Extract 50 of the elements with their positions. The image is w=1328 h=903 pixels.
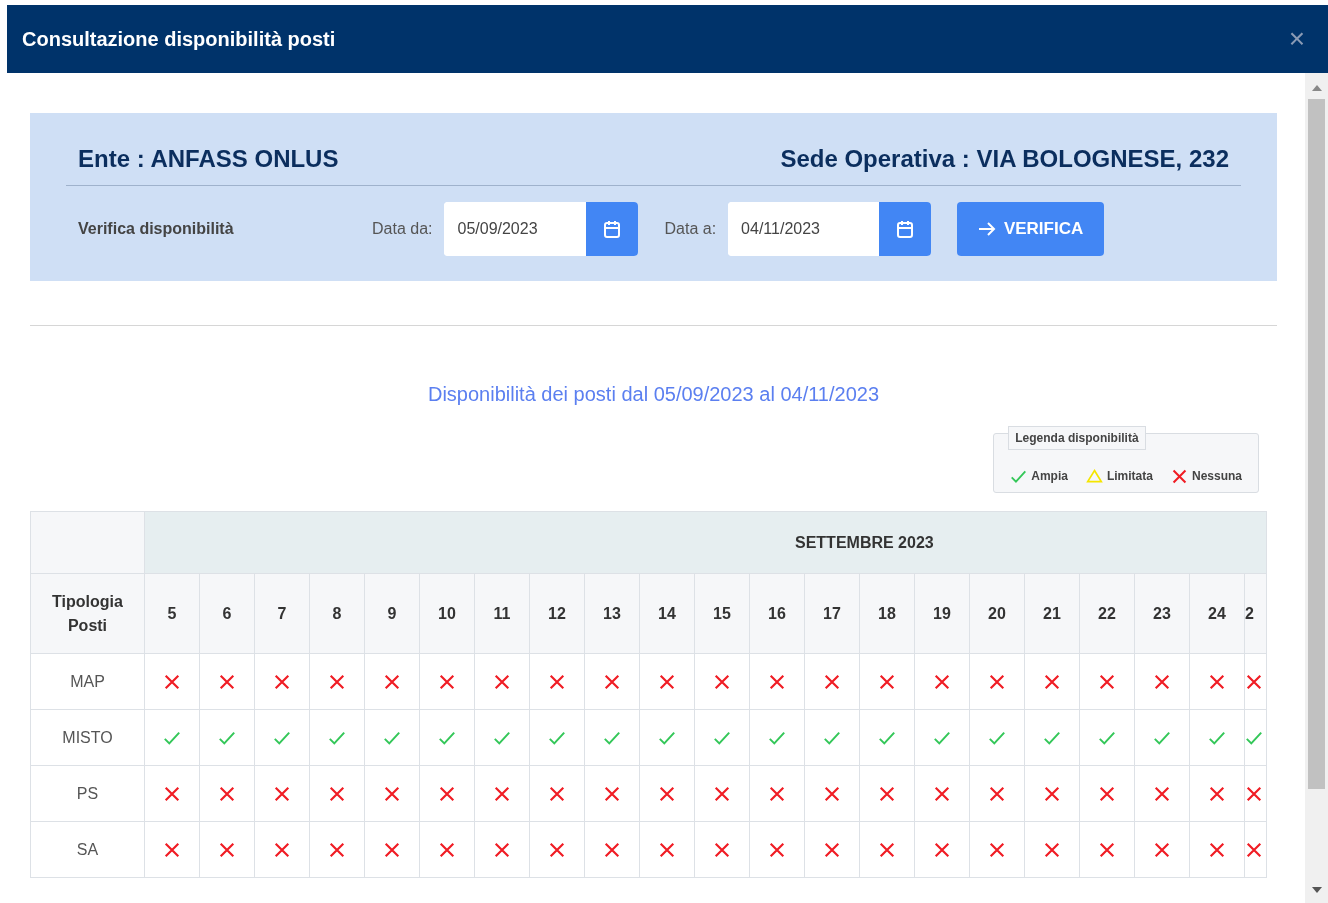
date-to-label: Data a:: [664, 219, 717, 239]
date-from-field[interactable]: 05/09/2023: [444, 202, 639, 256]
day-header: 11: [474, 573, 530, 654]
legend-label: Limitata: [1106, 468, 1153, 485]
calendar-icon: [897, 220, 914, 238]
calendar-button[interactable]: [879, 202, 932, 256]
day-header: 17: [804, 573, 860, 654]
ente-heading: Ente : ANFASS ONLUS: [78, 144, 339, 174]
day-header: 16: [749, 573, 805, 654]
row-header: PS: [30, 765, 145, 822]
day-header: 8: [309, 573, 365, 654]
calendar-button[interactable]: [586, 202, 639, 256]
day-header: 6: [199, 573, 255, 654]
legend-title: Legenda disponibilità: [1008, 426, 1146, 450]
row-header: MAP: [30, 653, 145, 710]
day-header: 15: [694, 573, 750, 654]
scroll-down-icon[interactable]: [1311, 887, 1322, 893]
day-header: 7: [254, 573, 310, 654]
close-button[interactable]: ×: [1280, 25, 1313, 53]
day-header: 23: [1134, 573, 1190, 654]
day-header: 14: [639, 573, 695, 654]
day-header: 10: [419, 573, 475, 654]
legend-label: Nessuna: [1191, 468, 1242, 485]
row-header: SA: [30, 821, 145, 878]
calendar-icon: [604, 220, 621, 238]
day-header: 24: [1189, 573, 1245, 654]
scroll-up-icon[interactable]: [1311, 85, 1322, 91]
date-from-label: Data da:: [372, 219, 433, 239]
arrow-right-icon: [977, 222, 996, 236]
day-header: 21: [1024, 573, 1080, 654]
scrollbar-thumb[interactable]: [1308, 99, 1325, 789]
row-header: MISTO: [30, 709, 145, 766]
date-to-field[interactable]: 04/11/2023: [728, 202, 932, 256]
month-header: SETTEMBRE 2023: [144, 511, 1267, 574]
sede-heading: Sede Operativa : VIA BOLOGNESE, 232: [780, 144, 1229, 174]
day-header: 19: [914, 573, 970, 654]
verify-button[interactable]: VERIFICA: [957, 202, 1105, 256]
scrollbar[interactable]: [1305, 73, 1328, 903]
day-header: 20: [969, 573, 1025, 654]
day-header: 18: [859, 573, 915, 654]
filter-label: Verifica disponibilità: [78, 219, 235, 239]
day-header: 12: [529, 573, 585, 654]
day-header: 22: [1079, 573, 1135, 654]
day-header: 13: [584, 573, 640, 654]
legend-label: Ampia: [1031, 468, 1068, 485]
column-header: Tipologia Posti: [30, 573, 145, 654]
day-header: 5: [144, 573, 200, 654]
day-header: 9: [364, 573, 420, 654]
dialog-title: Consultazione disponibilità posti: [22, 27, 336, 52]
result-title: Disponibilità dei posti dal 05/09/2023 al 04/11/2023: [427, 383, 880, 405]
